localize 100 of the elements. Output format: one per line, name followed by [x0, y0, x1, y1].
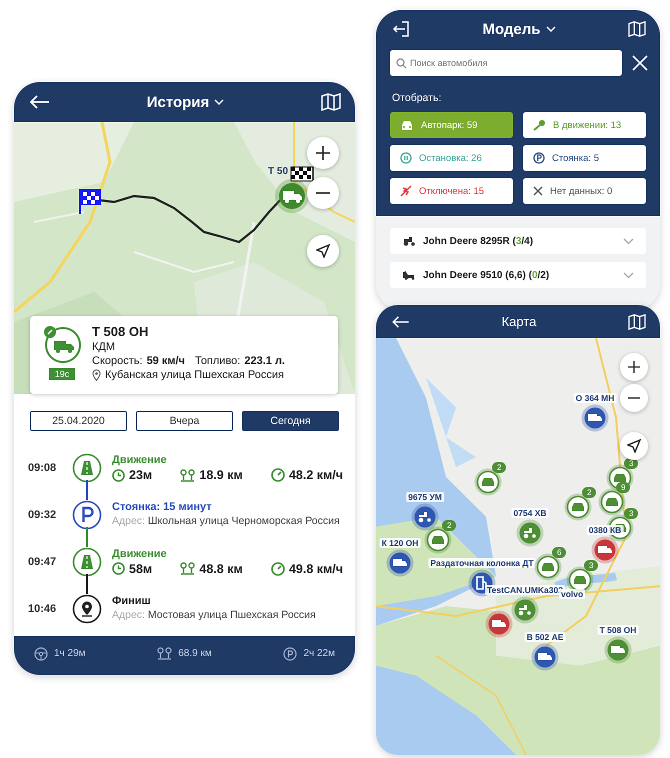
event-title: Стоянка: 15 минут: [112, 501, 213, 514]
date-tab[interactable]: Вчера: [136, 411, 233, 431]
duration-value: 23м: [129, 468, 152, 482]
date-tab[interactable]: Сегодня: [242, 411, 339, 431]
truck-marker-icon[interactable]: [531, 643, 559, 671]
vehicle-address: Кубанская улица Пшехская Россия: [105, 369, 284, 381]
date-tab[interactable]: 25.04.2020: [30, 411, 127, 431]
filter-chip[interactable]: Стоянка: 5: [523, 145, 646, 171]
event-title: Движение: [112, 548, 168, 560]
close-icon[interactable]: [632, 55, 648, 71]
marker-label: О 364 МН: [574, 393, 616, 403]
plus-icon: [316, 146, 330, 160]
steering-wheel-icon: [34, 646, 48, 660]
back-arrow-icon[interactable]: [392, 316, 410, 328]
truck-status-icon: [42, 324, 82, 364]
chevron-down-icon: [623, 272, 634, 278]
logout-icon[interactable]: [392, 21, 410, 37]
event-time: 10:46: [28, 602, 58, 615]
truck-marker-icon[interactable]: [485, 610, 513, 638]
search-field[interactable]: Поиск автомобиля: [390, 50, 622, 76]
event-title: Финиш: [112, 594, 152, 607]
event-address: Адрес: Школьная улица Черноморская Россия: [112, 515, 341, 529]
car-marker-icon[interactable]: [424, 526, 452, 554]
screen-title-dropdown[interactable]: Модель: [482, 20, 556, 38]
marker-label: 0380 КВ: [586, 525, 624, 535]
distance-icon: [180, 468, 196, 482]
duration-value: 58м: [129, 562, 152, 576]
truck-marker-icon[interactable]: [386, 549, 414, 577]
distance-value: 48.8 км: [199, 562, 243, 576]
filter-chip[interactable]: Нет данных: 0: [523, 178, 646, 204]
chevron-down-icon: [546, 26, 556, 32]
marker-label: 9675 УМ: [406, 492, 444, 502]
parking-icon: [283, 646, 298, 660]
back-arrow-icon[interactable]: [30, 95, 50, 109]
distance-value: 18.9 км: [199, 468, 243, 482]
cross-icon: [533, 186, 543, 196]
tractor-marker-icon[interactable]: [516, 519, 544, 547]
start-flag-icon: [78, 188, 102, 214]
event-time: 09:47: [28, 556, 58, 568]
chevron-down-icon: [623, 238, 634, 244]
truck-marker-icon[interactable]: [581, 404, 609, 432]
truck-marker-icon[interactable]: [604, 636, 632, 664]
fuel-value: 223.1 л.: [244, 355, 285, 367]
pause-icon: [400, 152, 412, 164]
total-distance: 68.9 км: [178, 648, 212, 659]
key-icon: [533, 119, 546, 131]
marker-label: К 120 ОН: [380, 538, 420, 548]
navigation-arrow-icon: [627, 439, 641, 453]
car-marker-icon[interactable]: [474, 468, 502, 496]
truck-marker-icon[interactable]: [591, 536, 619, 564]
model-name: John Deere 9510 (6,6) (0/2): [423, 270, 550, 280]
tractor-marker-icon[interactable]: [511, 596, 539, 624]
speed-label: Скорость:: [92, 355, 143, 367]
speedometer-icon: [270, 468, 285, 482]
search-icon: [396, 58, 407, 68]
total-drive-time: 1ч 29м: [54, 648, 86, 659]
map-icon[interactable]: [628, 314, 646, 330]
marker-label: Раздаточная колонка ДТ: [428, 558, 536, 568]
event-address: Адрес: Мостовая улица Пшехская Россия: [112, 608, 317, 622]
model-group-row[interactable]: John Deere 8295R (3/4): [390, 228, 646, 254]
vehicle-model: КДМ: [92, 341, 116, 353]
model-name: John Deere 8295R (3/4): [423, 236, 534, 246]
clock-icon: [112, 468, 125, 482]
marker-label: Т 508 ОН: [598, 625, 638, 635]
screen-title-dropdown[interactable]: История: [146, 94, 224, 110]
marker-label: 0754 ХВ: [511, 508, 549, 518]
event-title: Движение: [112, 454, 168, 466]
clock-icon: [112, 562, 125, 576]
total-parking-time: 2ч 22м: [303, 648, 335, 659]
event-time: 09:08: [28, 462, 58, 474]
truck-marker-icon[interactable]: [274, 178, 310, 214]
road-icon: [72, 453, 102, 484]
distance-icon: [157, 647, 172, 660]
screen-title: Карта: [502, 314, 536, 329]
fuel-label: Топливо:: [194, 355, 240, 367]
event-time: 09:32: [28, 509, 58, 522]
duration-badge: 19с: [48, 368, 76, 380]
map-icon[interactable]: [320, 93, 341, 111]
vehicle-plate: Т 508 ОН: [92, 324, 150, 339]
filter-label: Отобрать:: [391, 91, 442, 106]
parking-icon: [533, 152, 545, 164]
tractor-marker-icon[interactable]: [411, 503, 439, 531]
minus-icon: [628, 397, 640, 399]
location-pin-icon: [92, 369, 101, 381]
model-group-row[interactable]: John Deere 9510 (6,6) (0/2): [390, 262, 646, 288]
chevron-down-icon: [214, 99, 224, 105]
speedometer-icon: [270, 562, 285, 576]
speed-value: 49.8 км/ч: [288, 562, 343, 576]
speed-value: 59 км/ч: [146, 355, 185, 367]
map-icon[interactable]: [628, 21, 646, 37]
harvester-icon: [402, 270, 416, 280]
disconnected-icon: [400, 185, 412, 197]
car-marker-icon[interactable]: [564, 493, 592, 521]
plus-icon: [628, 361, 640, 373]
navigation-arrow-icon: [316, 244, 330, 258]
vehicle-card[interactable]: 19с Т 508 ОН КДМ Скорость: 59 км/ч Топливо: 223.1 л. Кубанская улица Пшехская Россия: [30, 316, 338, 394]
minus-icon: [316, 192, 330, 194]
speed-value: 48.2 км/ч: [288, 468, 343, 482]
vehicle-label: Т 50: [268, 166, 288, 177]
filter-chip[interactable]: Отключена: 15: [390, 178, 513, 204]
